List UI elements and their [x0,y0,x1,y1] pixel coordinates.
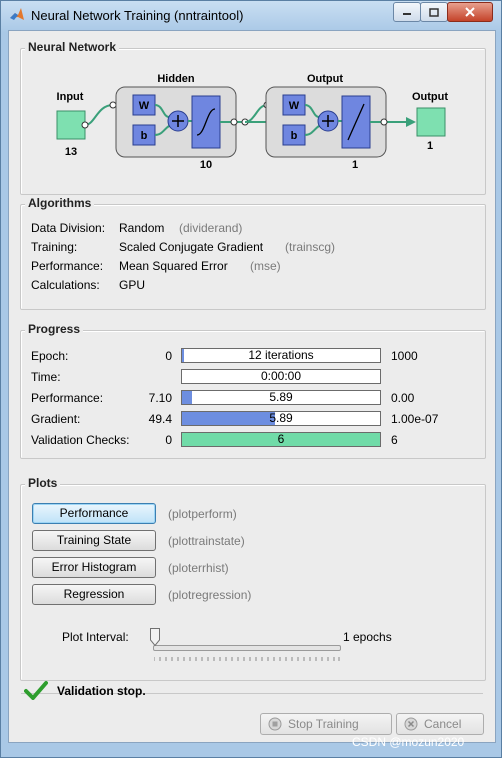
plot-error-histogram-button[interactable]: Error Histogram [32,557,156,578]
progress-bar-validation: 6 [181,432,381,447]
algo-label-data-division: Data Division: [31,221,106,235]
progress-start-epoch: 0 [165,349,172,363]
window-title: Neural Network Training (nntraintool) [31,8,244,23]
plot-regression-fn: (plotregression) [168,588,252,602]
plot-error-histogram-fn: (ploterrhist) [168,561,229,575]
output-layer-size: 1 [352,159,358,171]
stop-training-button[interactable]: Stop Training [260,713,392,735]
stop-icon [268,717,282,731]
progress-text-gradient: 5.89 [269,411,293,425]
progress-end-gradient: 1.00e-07 [391,412,439,426]
progress-label-performance: Performance: [31,391,104,405]
input-size: 13 [65,146,77,158]
progress-text-epoch: 12 iterations [248,348,314,362]
progress-bar-performance: 5.89 [181,390,381,405]
plot-interval-slider-track[interactable] [153,645,341,651]
title-bar[interactable]: Neural Network Training (nntraintool) [1,1,501,29]
progress-bar-time: 0:00:00 [181,369,381,384]
input-label: Input [57,91,84,103]
plot-interval-label: Plot Interval: [62,630,129,644]
progress-title: Progress [25,322,84,336]
progress-start-validation: 0 [165,433,172,447]
hidden-in-junction [109,101,117,109]
progress-label-validation: Validation Checks: [31,433,130,447]
progress-label-time: Time: [31,370,61,384]
algo-fn-performance: (mse) [250,259,281,273]
plot-interval-ticks [154,657,340,661]
progress-end-performance: 0.00 [391,391,415,405]
algo-label-performance: Performance: [31,259,104,273]
algo-fn-training: (trainscg) [285,240,336,254]
output-size: 1 [427,140,433,152]
close-window-button[interactable] [447,2,493,22]
maximize-icon [429,7,439,17]
output-weight-symbol: W [289,100,300,112]
plot-interval-slider-thumb[interactable] [150,628,160,646]
minimize-button[interactable] [393,2,421,22]
progress-label-epoch: Epoch: [31,349,69,363]
algo-value-calculations: GPU [119,278,146,292]
algorithms-title: Algorithms [25,196,95,210]
maximize-button[interactable] [420,2,448,22]
plot-regression-button[interactable]: Regression [32,584,156,605]
close-icon [465,7,475,17]
algo-value-training: Scaled Conjugate Gradient [119,240,264,254]
cancel-button[interactable]: Cancel [396,713,484,735]
plots-title: Plots [25,476,61,490]
algo-label-calculations: Calculations: [31,278,100,292]
input-junction [81,121,89,129]
client-area: Neural Network Input 13 Hidden 10 Output… [8,30,496,743]
neural-network-panel: Neural Network Input 13 Hidden 10 Output… [20,40,486,195]
plot-performance-button[interactable]: Performance [32,503,156,524]
progress-text-performance: 5.89 [269,390,293,404]
hidden-weight-symbol: W [139,100,150,112]
watermark: CSDN @mozun2020 [352,735,465,749]
plot-training-state-button[interactable]: Training State [32,530,156,551]
progress-label-gradient: Gradient: [31,412,81,426]
input-connection [84,104,114,126]
progress-end-validation: 6 [391,433,398,447]
input-node [56,110,86,140]
plot-training-state-fn: (plottrainstate) [168,534,245,548]
network-diagram: Input 13 Hidden 10 Output 1 Output 1 W b… [56,73,448,171]
minimize-icon [403,13,411,15]
checkmark-icon [24,681,48,700]
hidden-label: Hidden [157,73,195,85]
plot-interval-value: 1 epochs [343,630,392,644]
stop-training-label: Stop Training [288,717,359,731]
window-frame: Neural Network Training (nntraintool) Ne… [0,0,502,758]
output-node [416,107,446,137]
progress-bar-epoch: 12 iterations [181,348,381,363]
output-bias-symbol: b [291,130,298,142]
plot-performance-fn: (plotperform) [168,507,237,521]
progress-start-performance: 7.10 [148,391,172,405]
matlab-logo-icon [10,8,24,20]
output-layer-label: Output [307,73,343,85]
algo-label-training: Training: [31,240,78,254]
status-message: Validation stop. [57,684,146,698]
progress-panel: Progress Epoch: 0 12 iterations 1000 Tim… [20,322,486,459]
progress-end-epoch: 1000 [391,349,418,363]
hidden-bias-symbol: b [141,130,148,142]
progress-start-gradient: 49.4 [148,412,172,426]
algorithms-panel: Algorithms Data Division: Random (divide… [20,196,486,310]
hidden-size: 10 [200,159,212,171]
algo-value-data-division: Random [119,221,165,235]
output-label: Output [412,91,448,103]
cancel-label: Cancel [424,717,462,731]
algo-fn-data-division: (dividerand) [179,221,243,235]
progress-bar-gradient: 5.89 [181,411,381,426]
cancel-icon [404,717,418,731]
progress-text-time: 0:00:00 [260,369,302,383]
progress-text-validation: 6 [277,432,285,446]
algo-value-performance: Mean Squared Error [119,259,228,273]
